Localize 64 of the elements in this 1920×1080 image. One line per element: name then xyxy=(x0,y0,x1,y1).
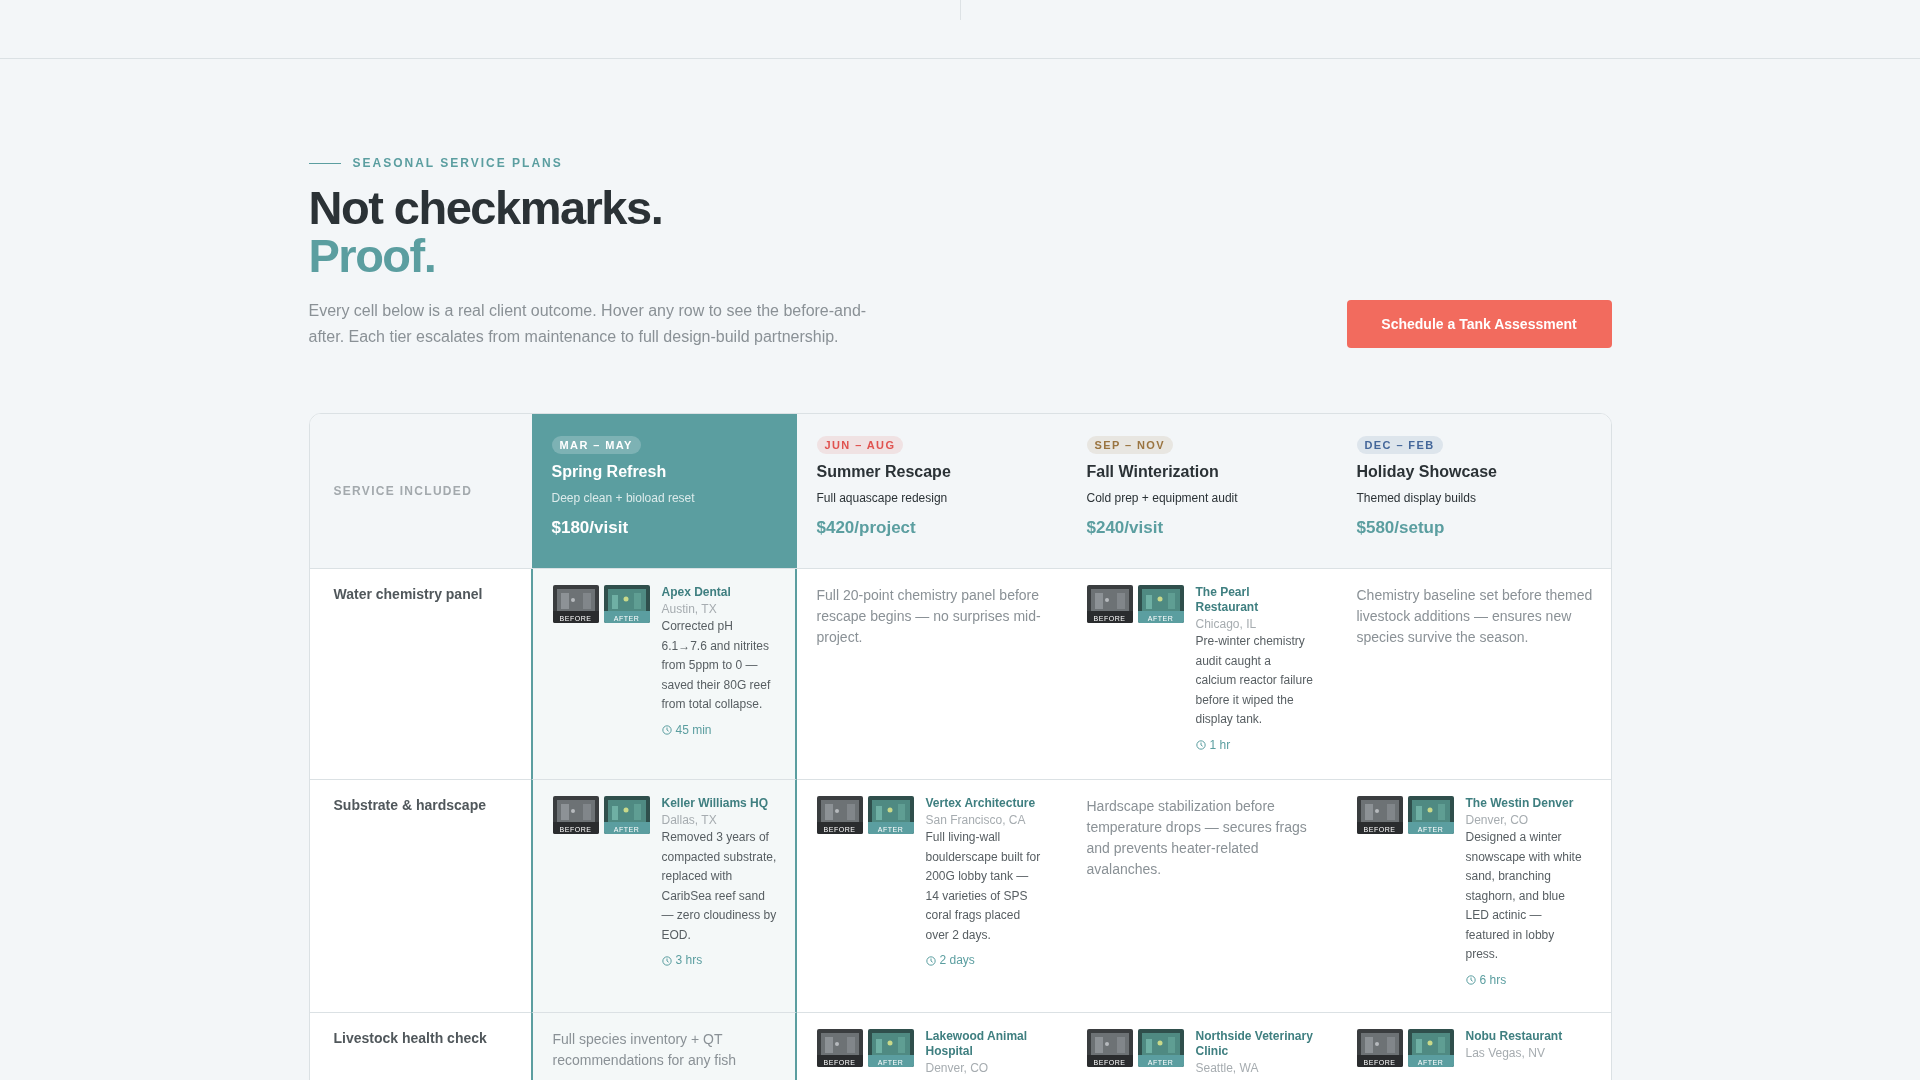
plan-subtitle: Deep clean + bioload reset xyxy=(551,491,695,505)
section-title: Not checkmarks. xyxy=(308,184,664,232)
cell-text: Full 20-point chemistry panel before rescape begins — no surprises mid-project. xyxy=(816,586,1042,647)
plan-subtitle: Full aquascape redesign xyxy=(816,491,948,505)
plan-price: $180/visit xyxy=(551,518,629,538)
client-location: Chicago, IL xyxy=(1195,616,1257,632)
client-name[interactable]: Lakewood Animal Hospital xyxy=(925,1029,1044,1059)
duration-text: 2 days xyxy=(939,952,975,969)
clock-icon xyxy=(661,725,672,736)
schedule-button[interactable]: Schedule a Tank Assessment xyxy=(1346,300,1612,348)
plan-price: $580/setup xyxy=(1356,518,1445,538)
client-name[interactable]: Apex Dental xyxy=(661,585,731,600)
cell-text: Full species inventory + QT recommendations for any fish xyxy=(552,1030,738,1070)
plan-subtitle: Themed display builds xyxy=(1356,491,1476,505)
plan-name: Spring Refresh xyxy=(551,463,667,481)
clock-icon xyxy=(1465,975,1476,986)
client-name[interactable]: Northside Veterinary Clinic xyxy=(1195,1029,1314,1059)
client-name[interactable]: The Pearl Restaurant xyxy=(1195,585,1314,615)
client-name[interactable]: Vertex Architecture xyxy=(925,796,1036,811)
clock-icon xyxy=(1195,740,1206,751)
outcome-text: Removed 3 years of compacted substrate, replaced with CaribSea reef sand — zero cloudiness by EOD. xyxy=(661,829,778,944)
intro-text: Every cell below is a real client outcome. Hover any row to see the before-and-after. Each tier escalates from maintenance to full design-build partnership. xyxy=(308,301,868,347)
season-badge: MAR – MAY xyxy=(551,436,641,454)
plan-name: Holiday Showcase xyxy=(1356,463,1497,481)
cell-text: Chemistry baseline set before themed livestock additions — ensures new species survive the season. xyxy=(1356,586,1594,647)
client-location: Denver, CO xyxy=(1465,812,1529,828)
client-name[interactable]: Keller Williams HQ xyxy=(661,796,769,811)
duration-text: 6 hrs xyxy=(1479,971,1507,989)
client-location: Seattle, WA xyxy=(1195,1060,1259,1076)
duration-text: 1 hr xyxy=(1209,736,1231,754)
duration-text: 3 hrs xyxy=(675,952,703,969)
outcome-text: Corrected pH 6.1→7.6 and nitrites from 5ppm to 0 — saved their 80G reef from total collapse. xyxy=(661,618,772,713)
client-location: San Francisco, CA xyxy=(925,812,1026,828)
client-location: Dallas, TX xyxy=(661,812,717,828)
plan-header[interactable]: JUN – AUG Summer Rescape Full aquascape redesign $420/project xyxy=(796,414,1067,569)
plan-header[interactable]: SEP – NOV Fall Winterization Cold prep + equipment audit $240/visit xyxy=(1066,414,1337,569)
plan-price: $240/visit xyxy=(1086,518,1164,538)
duration-text: 45 min xyxy=(675,721,712,739)
client-name[interactable]: Nobu Restaurant xyxy=(1465,1029,1563,1044)
row-label: Water chemistry panel xyxy=(333,586,483,602)
clock-icon xyxy=(925,955,936,966)
plan-header[interactable]: MAR – MAY Spring Refresh Deep clean + bioload reset $180/visit xyxy=(531,414,797,569)
client-name[interactable]: The Westin Denver xyxy=(1465,796,1574,811)
row-label: Livestock health check xyxy=(333,1030,487,1046)
section-title-accent: Proof. xyxy=(308,232,437,280)
section-eyebrow: SEASONAL SERVICE PLANS xyxy=(352,156,563,170)
plan-name: Fall Winterization xyxy=(1086,463,1219,481)
outcome-text: Pre-winter chemistry audit caught a calcium reactor failure before it wiped the display tank. xyxy=(1195,633,1314,728)
client-location: Las Vegas, NV xyxy=(1465,1045,1545,1061)
outcome-text: Designed a winter snowscape with white sand, branching staghorn, and blue LED actinic — featured in lobby press. xyxy=(1465,829,1583,963)
client-location: Denver, CO xyxy=(925,1060,989,1076)
outcome-text: Full living-wall boulderscape built for 200G lobby tank — 14 varieties of SPS coral frags placed over 2 days. xyxy=(925,829,1042,944)
plan-name: Summer Rescape xyxy=(816,463,951,481)
clock-icon xyxy=(661,955,672,966)
season-badge: DEC – FEB xyxy=(1356,436,1443,454)
season-badge: SEP – NOV xyxy=(1086,436,1173,454)
plan-subtitle: Cold prep + equipment audit xyxy=(1086,491,1238,505)
cell-text: Hardscape stabilization before temperature drops — secures frags and prevents heater-related avalanches. xyxy=(1086,797,1308,879)
column-heading: SERVICE INCLUDED xyxy=(333,484,473,498)
row-label: Substrate & hardscape xyxy=(333,797,486,813)
plan-header[interactable]: DEC – FEB Holiday Showcase Themed display builds $580/setup xyxy=(1336,414,1611,569)
client-location: Austin, TX xyxy=(661,601,717,617)
season-badge: JUN – AUG xyxy=(816,436,904,454)
plan-price: $420/project xyxy=(816,518,916,538)
